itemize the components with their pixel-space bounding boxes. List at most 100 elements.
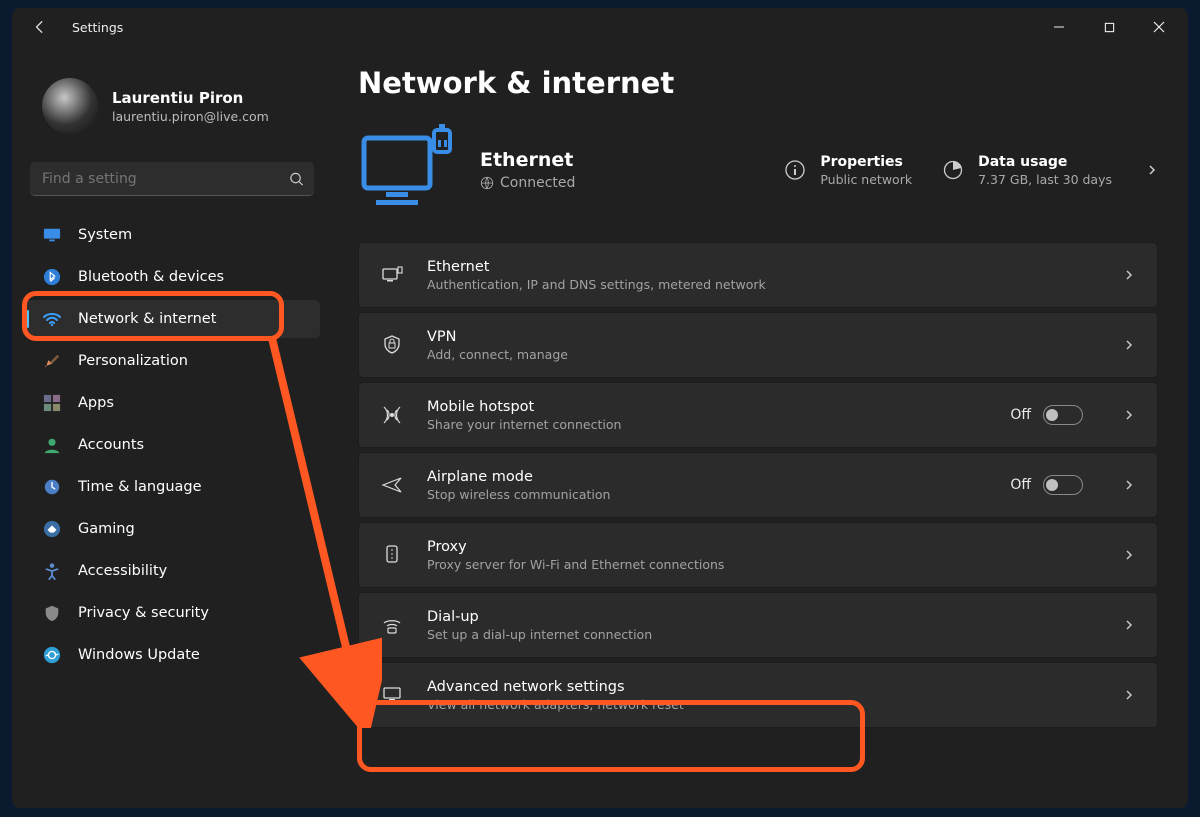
sidebar-item-apps[interactable]: Apps [24, 384, 320, 422]
profile-email: laurentiu.piron@live.com [112, 109, 269, 124]
titlebar: Settings [12, 8, 1188, 46]
globe-icon [480, 176, 494, 190]
row-advanced-network[interactable]: Advanced network settings View all netwo… [358, 662, 1158, 728]
row-dialup[interactable]: Dial-up Set up a dial-up internet connec… [358, 592, 1158, 658]
bluetooth-icon [42, 267, 62, 287]
row-vpn[interactable]: VPN Add, connect, manage [358, 312, 1158, 378]
sidebar-item-privacy[interactable]: Privacy & security [24, 594, 320, 632]
row-proxy[interactable]: Proxy Proxy server for Wi-Fi and Etherne… [358, 522, 1158, 588]
row-title: Ethernet [427, 259, 766, 275]
sidebar-item-label: Accessibility [78, 563, 167, 579]
back-button[interactable] [30, 17, 50, 37]
connection-status: Connected [500, 175, 575, 191]
row-sub: Proxy server for Wi-Fi and Ethernet conn… [427, 557, 724, 572]
sidebar-item-gaming[interactable]: Gaming [24, 510, 320, 548]
maximize-button[interactable] [1088, 12, 1130, 42]
row-title: Proxy [427, 539, 724, 555]
sidebar-item-label: System [78, 227, 132, 243]
hotspot-toggle[interactable] [1043, 405, 1083, 425]
window-title: Settings [72, 20, 123, 35]
chevron-right-icon [1123, 479, 1135, 491]
wifi-icon [42, 309, 62, 329]
sidebar-item-label: Network & internet [78, 311, 216, 327]
dialup-icon [381, 614, 403, 636]
sidebar-item-label: Bluetooth & devices [78, 269, 224, 285]
sidebar-item-time-language[interactable]: Time & language [24, 468, 320, 506]
sidebar-item-label: Apps [78, 395, 114, 411]
sidebar-item-personalization[interactable]: Personalization [24, 342, 320, 380]
chevron-right-icon [1146, 164, 1158, 176]
window-controls [1038, 12, 1180, 42]
connection-title: Ethernet [480, 149, 575, 171]
sidebar-item-label: Windows Update [78, 647, 200, 663]
monitor-icon [42, 225, 62, 245]
profile[interactable]: Laurentiu Piron laurentiu.piron@live.com [24, 46, 320, 156]
clock-icon [42, 477, 62, 497]
search-box [30, 162, 314, 196]
nav-list: System Bluetooth & devices Network & int… [24, 216, 320, 674]
minimize-button[interactable] [1038, 12, 1080, 42]
properties-sub: Public network [820, 172, 912, 187]
sidebar-item-accounts[interactable]: Accounts [24, 426, 320, 464]
info-icon [784, 159, 806, 181]
row-sub: Authentication, IP and DNS settings, met… [427, 277, 766, 292]
sidebar-item-label: Privacy & security [78, 605, 209, 621]
row-mobile-hotspot[interactable]: Mobile hotspot Share your internet conne… [358, 382, 1158, 448]
row-ethernet[interactable]: Ethernet Authentication, IP and DNS sett… [358, 242, 1158, 308]
vpn-shield-icon [381, 334, 403, 356]
row-title: Airplane mode [427, 469, 610, 485]
row-airplane-mode[interactable]: Airplane mode Stop wireless communicatio… [358, 452, 1158, 518]
airplane-toggle[interactable] [1043, 475, 1083, 495]
chevron-right-icon [1123, 269, 1135, 281]
row-title: Advanced network settings [427, 679, 684, 695]
row-sub: Share your internet connection [427, 417, 621, 432]
sidebar-item-accessibility[interactable]: Accessibility [24, 552, 320, 590]
hotspot-icon [381, 404, 403, 426]
shield-icon [42, 603, 62, 623]
pie-icon [942, 159, 964, 181]
chevron-right-icon [1123, 339, 1135, 351]
sidebar-item-network[interactable]: Network & internet [24, 300, 320, 338]
search-input[interactable] [30, 162, 314, 196]
sidebar-item-system[interactable]: System [24, 216, 320, 254]
page-title: Network & internet [358, 66, 1158, 100]
properties-link[interactable]: Properties Public network [784, 154, 912, 187]
chevron-right-icon [1123, 409, 1135, 421]
sidebar-item-label: Gaming [78, 521, 135, 537]
usage-sub: 7.37 GB, last 30 days [978, 172, 1112, 187]
row-title: Mobile hotspot [427, 399, 621, 415]
settings-window: Settings Laurentiu Piron laurentiu.piron… [12, 8, 1188, 808]
proxy-icon [381, 544, 403, 566]
chevron-right-icon [1123, 549, 1135, 561]
data-usage-link[interactable]: Data usage 7.37 GB, last 30 days [942, 154, 1112, 187]
chevron-right-icon [1123, 689, 1135, 701]
account-icon [42, 435, 62, 455]
sidebar-item-update[interactable]: Windows Update [24, 636, 320, 674]
properties-title: Properties [820, 154, 912, 170]
row-title: VPN [427, 329, 568, 345]
monitor-ethernet-icon [358, 124, 458, 216]
ethernet-icon [381, 264, 403, 286]
row-title: Dial-up [427, 609, 652, 625]
avatar [42, 78, 98, 134]
row-sub: Add, connect, manage [427, 347, 568, 362]
row-sub: View all network adapters, network reset [427, 697, 684, 712]
accessibility-icon [42, 561, 62, 581]
update-icon [42, 645, 62, 665]
advanced-network-icon [381, 684, 403, 706]
sidebar-item-bluetooth[interactable]: Bluetooth & devices [24, 258, 320, 296]
row-sub: Stop wireless communication [427, 487, 610, 502]
sidebar-item-label: Personalization [78, 353, 188, 369]
chevron-right-icon [1123, 619, 1135, 631]
sidebar-item-label: Time & language [78, 479, 202, 495]
content-area: Network & internet Ethernet [332, 46, 1188, 808]
hero: Ethernet Connected Properties Public net… [358, 124, 1158, 216]
close-button[interactable] [1138, 12, 1180, 42]
usage-title: Data usage [978, 154, 1112, 170]
sidebar: Laurentiu Piron laurentiu.piron@live.com… [12, 46, 332, 808]
profile-name: Laurentiu Piron [112, 89, 269, 107]
gaming-icon [42, 519, 62, 539]
toggle-label: Off [1010, 477, 1031, 493]
toggle-label: Off [1010, 407, 1031, 423]
row-sub: Set up a dial-up internet connection [427, 627, 652, 642]
